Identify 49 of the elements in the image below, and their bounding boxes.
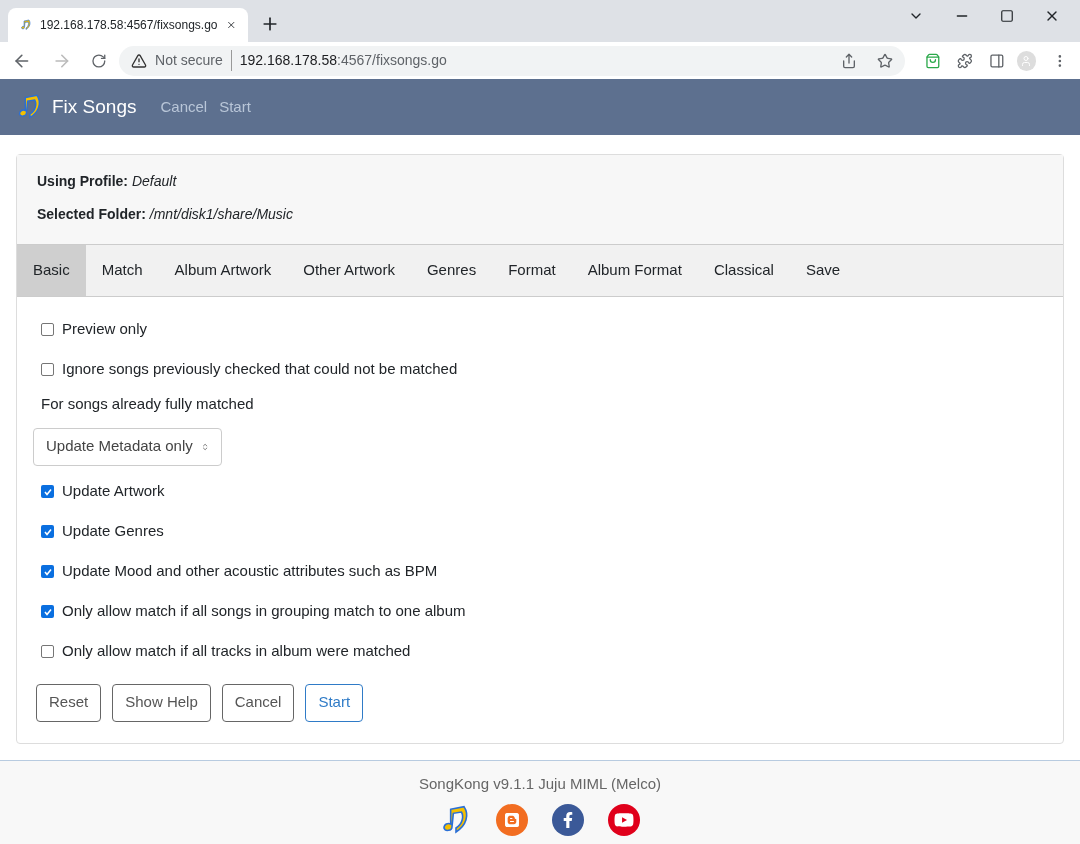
settings-tab[interactable]: Album Artwork — [158, 245, 288, 296]
side-panel-icon[interactable] — [988, 52, 1005, 69]
form-button[interactable]: Show Help — [112, 683, 211, 722]
checkbox-label: Only allow match if all songs in grouping match to one album — [62, 601, 466, 622]
header-line: Using Profile: Default — [37, 172, 178, 191]
shopping-bag-icon[interactable] — [925, 52, 942, 69]
header-line: Selected Folder: /mnt/disk1/share/Music — [37, 205, 294, 224]
settings-tab[interactable]: Match — [85, 245, 159, 296]
blog-icon[interactable] — [496, 803, 528, 836]
select-label: For songs already fully matched — [41, 394, 255, 414]
checkbox-label: Preview only — [62, 318, 148, 339]
settings-tab[interactable]: Save — [789, 245, 857, 296]
form-button[interactable]: Cancel — [221, 683, 295, 722]
checkbox[interactable] — [41, 525, 54, 538]
warning-icon — [131, 52, 148, 69]
app-brand[interactable]: Fix Songs — [52, 92, 137, 122]
facebook-icon[interactable] — [552, 803, 584, 836]
settings-tab[interactable]: Format — [492, 245, 572, 296]
checkbox[interactable] — [41, 362, 54, 376]
browser-tab[interactable]: 192.168.178.58:4567/fixsongs.go — [8, 8, 248, 42]
settings-tab[interactable]: Basic — [17, 245, 86, 296]
checkbox-label: Only allow match if all tracks in album were matched — [62, 641, 411, 662]
version-text: SongKong v9.1.1 Juju MIML (Melco) — [418, 774, 662, 794]
url-text: 192.168.178.58:4567/fixsongs.go — [239, 51, 448, 70]
reload-icon[interactable] — [91, 52, 108, 69]
form-button[interactable]: Reset — [36, 683, 102, 722]
checkbox[interactable] — [41, 605, 54, 618]
security-label: Not secure — [155, 50, 232, 71]
checkbox-label: Update Artwork — [62, 481, 165, 502]
checkbox-label: Update Mood and other acoustic attributes such as BPM — [62, 561, 438, 582]
checkbox[interactable] — [41, 565, 54, 578]
select-field[interactable]: Update Metadata only — [33, 427, 222, 466]
video-icon[interactable] — [608, 803, 640, 836]
address-bar[interactable]: Not secure 192.168.178.58:4567/fixsongs.go — [119, 45, 906, 76]
checkbox[interactable] — [41, 322, 54, 336]
settings-tab[interactable]: Classical — [697, 245, 790, 296]
share-icon[interactable] — [841, 52, 858, 69]
maximize-icon[interactable] — [1000, 9, 1014, 23]
bookmark-star-icon[interactable] — [877, 52, 894, 69]
checkbox[interactable] — [41, 645, 54, 658]
checkbox-label: Update Genres — [62, 521, 164, 542]
checkbox[interactable] — [41, 485, 54, 498]
form-button[interactable]: Start — [305, 683, 364, 722]
settings-tab[interactable]: Other Artwork — [287, 245, 411, 296]
checkbox-label: Ignore songs previously checked that could not be matched — [62, 358, 458, 379]
settings-tab[interactable]: Genres — [410, 245, 493, 296]
music-note-icon — [20, 17, 32, 33]
extensions-icon[interactable] — [957, 52, 973, 69]
settings-tab[interactable]: Album Format — [571, 245, 698, 296]
